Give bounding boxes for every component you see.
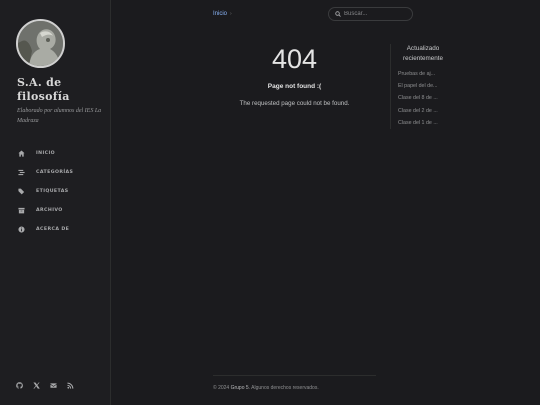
sidebar-item-label: CATEGORÍAS [36,170,74,175]
site-title[interactable]: S.A. de filosofía [17,76,105,104]
sidebar-item-categorias[interactable]: CATEGORÍAS [0,163,111,182]
footer-rights: . Algunos derechos reservados. [248,385,319,391]
home-icon [17,150,25,158]
github-icon[interactable] [14,380,24,390]
panel-heading: Actualizado recientemente [403,45,443,62]
email-icon[interactable] [48,380,58,390]
sidebar-nav: INICIO CATEGORÍAS ETIQUETAS ARCHIVO ACER… [0,144,111,239]
list-item[interactable]: El papel del de... [398,80,448,92]
sidebar: S.A. de filosofía Elaborado por alumnos … [0,0,111,405]
search-box[interactable] [328,7,413,21]
sidebar-item-etiquetas[interactable]: ETIQUETAS [0,182,111,201]
avatar[interactable] [16,19,65,68]
footer: © 2024 Grupo 5. Algunos derechos reserva… [213,375,376,391]
error-title: Page not found :( [267,83,322,90]
breadcrumb-separator: › [230,11,232,17]
tags-icon [17,188,25,196]
sidebar-item-inicio[interactable]: INICIO [0,144,111,163]
error-code: 404 [271,44,318,74]
list-item[interactable]: Pruebas de aj... [398,68,448,80]
sidebar-item-label: ARCHIVO [36,208,63,213]
sidebar-item-label: ETIQUETAS [36,189,69,194]
info-icon [17,226,25,234]
stream-icon [17,169,25,177]
breadcrumb-home-link[interactable]: Inicio [213,11,227,17]
sidebar-item-label: INICIO [36,151,55,156]
main-content: 404 Page not found :( The requested page… [213,44,376,107]
sidebar-item-archivo[interactable]: ARCHIVO [0,201,111,220]
sidebar-item-label: ACERCA DE [36,227,70,232]
site-subtitle: Elaborado por alumnos del IES La Madraza [17,108,102,124]
search-input[interactable] [344,11,410,17]
error-message: The requested page could not be found. [239,100,350,107]
breadcrumb: Inicio › [213,11,232,17]
social-links [14,380,75,390]
list-item[interactable]: Clase del 8 de ... [398,92,448,104]
list-item[interactable]: Clase del 1 de ... [398,117,448,129]
search-icon [335,11,341,17]
rss-icon[interactable] [65,380,75,390]
sidebar-item-acerca-de[interactable]: ACERCA DE [0,220,111,239]
footer-year: © 2024 [213,385,230,391]
recent-posts-list: Pruebas de aj... El papel del de... Clas… [398,68,448,129]
footer-owner-link[interactable]: Grupo 5 [231,385,249,391]
recently-updated-panel: Actualizado recientemente Pruebas de aj.… [390,44,448,130]
list-item[interactable]: Clase del 2 de ... [398,105,448,117]
avatar-statue-image [18,21,63,66]
x-twitter-icon[interactable] [31,380,41,390]
archive-icon [17,207,25,215]
